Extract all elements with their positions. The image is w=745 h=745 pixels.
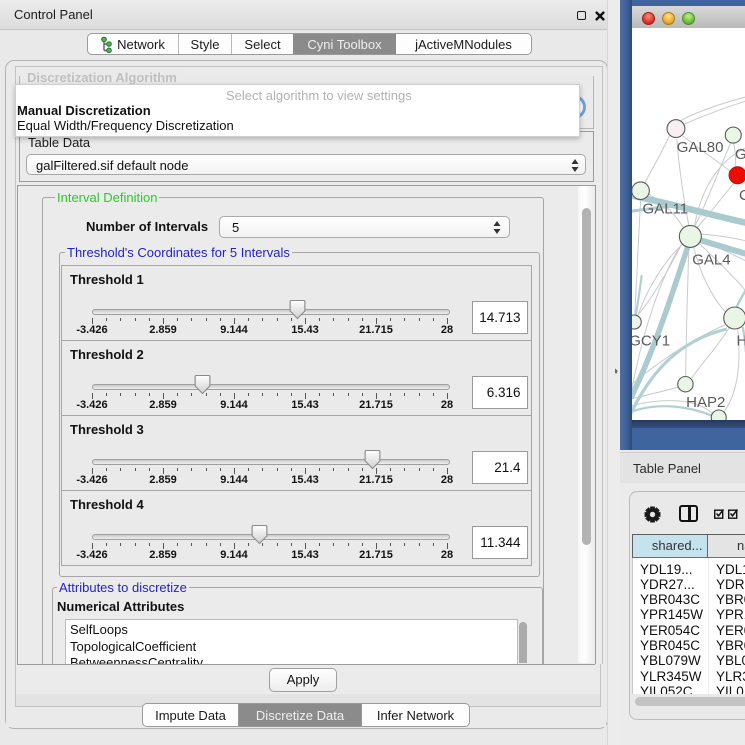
svg-text:GA: GA xyxy=(734,146,745,163)
svg-text:GAL4: GAL4 xyxy=(692,252,730,269)
svg-text:HAP2: HAP2 xyxy=(686,394,725,411)
svg-text:C: C xyxy=(738,187,745,204)
svg-text:GCY1: GCY1 xyxy=(632,333,670,350)
svg-text:GAL11: GAL11 xyxy=(642,201,688,218)
svg-text:HI: HI xyxy=(736,333,745,350)
svg-text:GAL80: GAL80 xyxy=(676,139,723,156)
